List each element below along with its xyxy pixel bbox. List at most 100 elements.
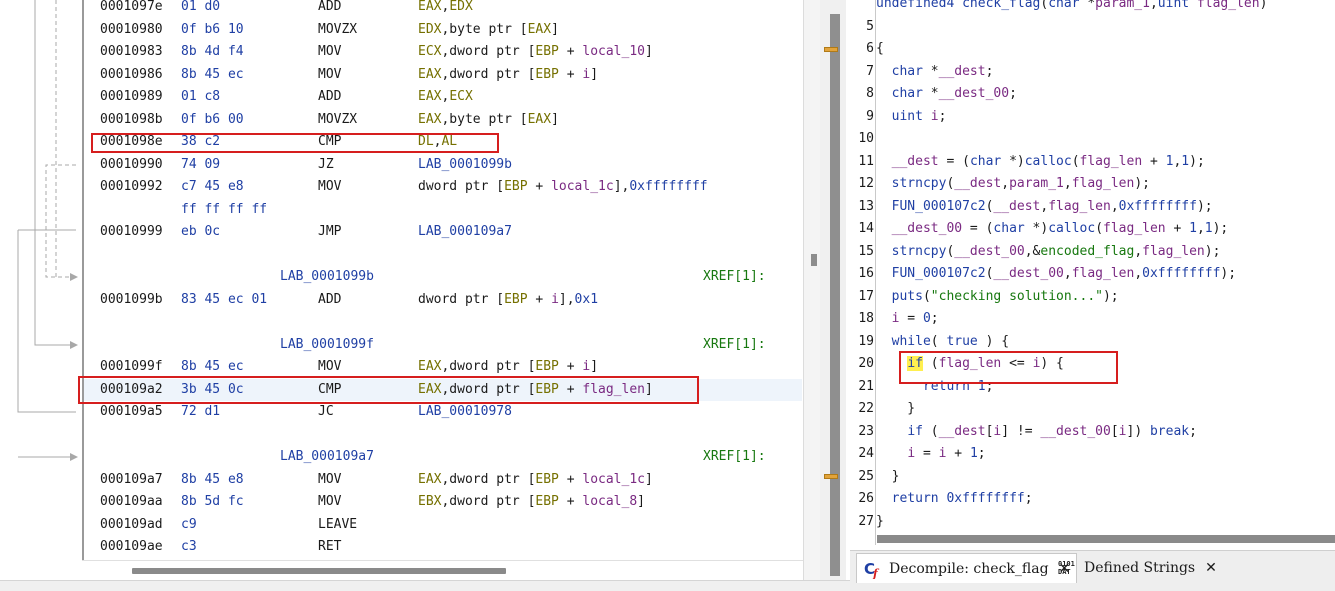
instruction-bytes[interactable]: 01 d0 — [181, 0, 220, 18]
operand-token[interactable]: EBP — [535, 494, 558, 509]
operand-token[interactable]: EBP — [535, 472, 558, 487]
instruction-operands[interactable]: ECX,dword ptr [EBP + local_10] — [418, 41, 653, 63]
instruction-bytes[interactable]: 74 09 — [181, 154, 220, 176]
code-token[interactable]: i — [907, 446, 915, 461]
instruction-operands[interactable]: EDX,byte ptr [EAX] — [418, 19, 559, 41]
code-token[interactable]: 1 — [1205, 221, 1213, 236]
instruction-address[interactable]: 00010990 — [100, 154, 163, 176]
instruction-bytes[interactable]: 01 c8 — [181, 86, 220, 108]
instruction-operands[interactable]: dword ptr [EBP + local_1c],0xffffffff — [418, 176, 708, 198]
operand-token[interactable]: local_1c — [582, 472, 645, 487]
instruction-mnemonic[interactable]: MOVZX — [318, 19, 357, 41]
instruction-address[interactable]: 00010983 — [100, 41, 163, 63]
code-token[interactable]: 0 — [923, 311, 931, 326]
instruction-mnemonic[interactable]: JC — [318, 401, 334, 423]
instruction-bytes[interactable]: 8b 45 ec — [181, 356, 244, 378]
code-token[interactable]: __dest_00 — [939, 86, 1009, 101]
listing-label-row[interactable]: LAB_0001099b XREF[1]: — [100, 266, 800, 288]
decompiler-line[interactable]: 18 i = 0; — [850, 308, 1335, 330]
code-token[interactable]: "checking solution..." — [931, 289, 1103, 304]
xref-label[interactable]: XREF[1]: — [703, 446, 766, 468]
instruction-bytes[interactable]: c3 — [181, 536, 197, 558]
code-token[interactable]: __dest — [954, 176, 1001, 191]
code-token[interactable]: char — [970, 154, 1001, 169]
overview-track[interactable] — [830, 14, 840, 576]
code-token[interactable]: 1 — [1181, 154, 1189, 169]
code-text[interactable]: undefined4 check_flag(char *param_1,uint… — [876, 0, 1267, 15]
decompiler-line[interactable]: 14 __dest_00 = (char *)calloc(flag_len +… — [850, 218, 1335, 240]
code-token[interactable]: __dest — [993, 199, 1040, 214]
code-text[interactable]: __dest_00 = (char *)calloc(flag_len + 1,… — [876, 218, 1229, 240]
instruction-address[interactable]: 000109aa — [100, 491, 163, 513]
code-token[interactable]: 0xffffffff — [946, 491, 1024, 506]
instruction-address[interactable]: 000109ae — [100, 536, 163, 558]
operand-token[interactable]: local_10 — [582, 44, 645, 59]
code-token[interactable]: uint — [892, 109, 923, 124]
code-token[interactable]: 1 — [970, 446, 978, 461]
code-token[interactable]: flag_len — [1048, 199, 1111, 214]
code-text[interactable]: strncpy(__dest,param_1,flag_len); — [876, 173, 1150, 195]
instruction-operands[interactable]: LAB_00010978 — [418, 401, 512, 423]
code-token[interactable]: FUN_000107c2 — [892, 199, 986, 214]
code-token[interactable]: calloc — [1025, 154, 1072, 169]
operand-token[interactable]: EAX — [418, 67, 441, 82]
code-text[interactable]: while( true ) { — [876, 331, 1009, 353]
code-text[interactable]: char *__dest_00; — [876, 83, 1017, 105]
instruction-bytes[interactable]: 0f b6 00 — [181, 109, 244, 131]
listing-instruction-row[interactable]: 000109ad c9 LEAVE — [100, 514, 800, 536]
instruction-address[interactable]: 0001099b — [100, 289, 163, 311]
instruction-operands[interactable]: EBX,dword ptr [EBP + local_8] — [418, 491, 645, 513]
code-token[interactable]: undefined4 — [876, 0, 962, 11]
code-token[interactable]: __dest_00 — [993, 266, 1063, 281]
code-token[interactable]: strncpy — [892, 176, 947, 191]
listing-instruction-row[interactable]: ff ff ff ff — [100, 199, 800, 221]
instruction-bytes[interactable]: c7 45 e8 — [181, 176, 244, 198]
instruction-mnemonic[interactable]: JMP — [318, 221, 341, 243]
instruction-address[interactable]: 000109a7 — [100, 469, 163, 491]
code-token[interactable]: 1 — [1189, 221, 1197, 236]
operand-token[interactable]: LAB_000109a7 — [418, 224, 512, 239]
code-token[interactable]: __dest — [939, 64, 986, 79]
instruction-address[interactable]: 00010999 — [100, 221, 163, 243]
decompiler-line[interactable]: 13 FUN_000107c2(__dest,flag_len,0xffffff… — [850, 196, 1335, 218]
instruction-operands[interactable]: EAX,EDX — [418, 0, 473, 18]
operand-token[interactable]: local_8 — [582, 494, 637, 509]
code-token[interactable]: encoded_flag — [1040, 244, 1134, 259]
instruction-mnemonic[interactable]: LEAVE — [318, 514, 357, 536]
code-token[interactable]: FUN_000107c2 — [892, 266, 986, 281]
instruction-operands[interactable]: EAX,dword ptr [EBP + i] — [418, 356, 598, 378]
instruction-address[interactable]: 0001098b — [100, 109, 163, 131]
code-token[interactable]: 0xffffffff — [1142, 266, 1220, 281]
instruction-operands[interactable]: LAB_000109a7 — [418, 221, 512, 243]
code-token[interactable]: __dest_00 — [892, 221, 962, 236]
code-text[interactable]: puts("checking solution..."); — [876, 286, 1119, 308]
code-text[interactable]: strncpy(__dest_00,&encoded_flag,flag_len… — [876, 241, 1221, 263]
instruction-bytes[interactable]: 8b 5d fc — [181, 491, 244, 513]
decompiler-line[interactable]: 5 — [850, 16, 1335, 38]
tab-defined-strings[interactable]: 0101 DAT Defined Strings ✕ — [1052, 553, 1223, 583]
code-token[interactable]: char — [892, 86, 923, 101]
code-token[interactable]: flag_len — [1080, 154, 1143, 169]
operand-token[interactable]: EBP — [535, 67, 558, 82]
code-text[interactable]: i = i + 1; — [876, 443, 985, 465]
code-token[interactable]: char — [1048, 0, 1079, 11]
operand-token[interactable]: EAX — [418, 89, 441, 104]
operand-token[interactable]: EBP — [535, 359, 558, 374]
code-token[interactable]: i — [931, 109, 939, 124]
code-text[interactable]: char *__dest; — [876, 61, 994, 83]
listing-instruction-row[interactable]: 00010980 0f b6 10 MOVZX EDX,byte ptr [EAX] — [100, 19, 800, 41]
code-token[interactable]: puts — [892, 289, 923, 304]
decompiler-line[interactable]: 25 } — [850, 466, 1335, 488]
decompiler-hscrollbar[interactable] — [877, 535, 1335, 543]
code-token[interactable]: char — [993, 221, 1024, 236]
operand-token[interactable]: EBX — [418, 494, 441, 509]
listing-hscroll-thumb[interactable] — [132, 568, 506, 574]
listing-instruction-row[interactable]: 00010989 01 c8 ADD EAX,ECX — [100, 86, 800, 108]
decompiler-panel[interactable]: undefined4 check_flag(char *param_1,uint… — [850, 0, 1335, 545]
code-token[interactable]: param_1 — [1009, 176, 1064, 191]
decompiler-line[interactable]: 10 — [850, 128, 1335, 150]
code-token[interactable]: check_flag — [962, 0, 1040, 11]
instruction-address[interactable]: 0001097e — [100, 0, 163, 18]
operand-token[interactable]: EAX — [418, 472, 441, 487]
operand-token[interactable]: EDX — [418, 22, 441, 37]
